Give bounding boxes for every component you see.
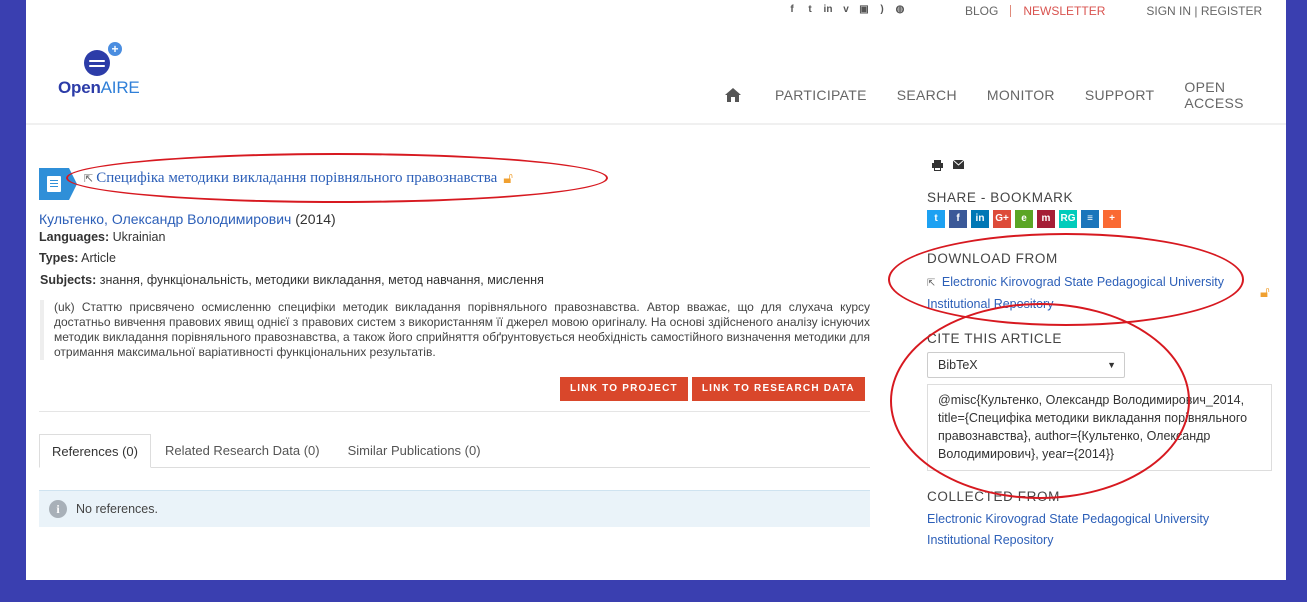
author-link[interactable]: Культенко, Олександр Володимирович — [39, 211, 291, 227]
sign-in-register-link[interactable]: SIGN IN | REGISTER — [1146, 4, 1262, 18]
tab-related-research-data[interactable]: Related Research Data (0) — [151, 434, 334, 468]
link-buttons: LINK TO PROJECT LINK TO RESEARCH DATA — [560, 377, 865, 401]
tab-references[interactable]: References (0) — [39, 434, 151, 468]
vimeo-icon[interactable]: v — [840, 4, 852, 16]
github-icon[interactable]: ◍ — [894, 4, 906, 16]
info-icon: i — [49, 500, 67, 518]
languages-label: Languages: — [39, 230, 110, 244]
nav-open-access[interactable]: OPEN ACCESS — [1184, 79, 1286, 111]
home-icon[interactable] — [724, 87, 742, 103]
no-references-text: No references. — [76, 502, 158, 516]
share-bookmark-heading: SHARE - BOOKMARK — [927, 190, 1074, 205]
print-email-tools — [932, 159, 965, 174]
types-row: Types: Article — [39, 251, 116, 265]
header-divider — [26, 123, 1286, 125]
researchgate-icon[interactable]: RG — [1059, 210, 1077, 228]
facebook-icon[interactable]: f — [786, 4, 798, 16]
logo-plus-icon: + — [108, 42, 122, 56]
top-links: BLOG NEWSLETTER SIGN IN | REGISTER — [965, 4, 1262, 18]
social-links: f t in v ▣ ) ◍ — [786, 4, 906, 16]
author-line: Культенко, Олександр Володимирович (2014… — [39, 211, 336, 227]
open-access-lock-icon: 🔓︎ — [1260, 283, 1270, 301]
tab-bar: References (0) Related Research Data (0)… — [39, 434, 870, 468]
evernote-icon[interactable]: e — [1015, 210, 1033, 228]
types-label: Types: — [39, 251, 79, 265]
linkedin-icon[interactable]: in — [822, 4, 834, 16]
slideshare-icon[interactable]: ▣ — [858, 4, 870, 16]
link-to-research-data-button[interactable]: LINK TO RESEARCH DATA — [691, 377, 865, 401]
print-icon[interactable] — [932, 160, 943, 174]
top-links-divider — [1010, 5, 1012, 17]
googleplus-icon[interactable]: G+ — [993, 210, 1011, 228]
share-icons: t f in G+ e m RG ≡ + — [927, 210, 1121, 228]
nav-support[interactable]: SUPPORT — [1085, 87, 1155, 103]
subjects-row: Subjects: знання, функціональність, мето… — [40, 273, 544, 287]
linkedin-icon[interactable]: in — [971, 210, 989, 228]
abstract: (uk) Статтю присвячено осмисленню специф… — [40, 300, 870, 360]
content-divider — [39, 411, 870, 412]
mendeley-icon[interactable]: m — [1037, 210, 1055, 228]
logo-text-open: Open — [58, 78, 101, 97]
logo-wave — [89, 65, 105, 67]
link-to-project-button[interactable]: LINK TO PROJECT — [560, 377, 688, 401]
collected-source-line1[interactable]: Electronic Kirovograd State Pedagogical … — [927, 512, 1209, 526]
main-nav: PARTICIPATE SEARCH MONITOR SUPPORT OPEN … — [724, 79, 1286, 111]
nav-participate[interactable]: PARTICIPATE — [775, 87, 867, 103]
openaire-logo[interactable]: + OpenAIRE — [56, 40, 146, 100]
types-value: Article — [81, 251, 116, 265]
logo-text-aire: AIRE — [100, 78, 140, 97]
languages-row: Languages: Ukrainian — [39, 230, 165, 244]
rss-icon[interactable]: ) — [876, 4, 888, 16]
collected-source-link[interactable]: Electronic Kirovograd State Pedagogical … — [927, 509, 1209, 551]
bottom-frame — [0, 580, 1307, 602]
page: f t in v ▣ ) ◍ BLOG NEWSLETTER SIGN IN |… — [26, 0, 1286, 580]
collected-source-line2[interactable]: Institutional Repository — [927, 533, 1053, 547]
no-references-alert: i No references. — [39, 490, 870, 527]
logo-text: OpenAIRE — [58, 78, 140, 98]
newsletter-link[interactable]: NEWSLETTER — [1023, 4, 1105, 18]
subjects-value: знання, функціональність, методики викла… — [99, 273, 544, 287]
nav-monitor[interactable]: MONITOR — [987, 87, 1055, 103]
subjects-label: Subjects: — [40, 273, 97, 287]
blog-link[interactable]: BLOG — [965, 4, 998, 18]
tab-similar-publications[interactable]: Similar Publications (0) — [334, 434, 495, 468]
more-icon[interactable]: + — [1103, 210, 1121, 228]
languages-value: Ukrainian — [112, 230, 166, 244]
logo-wave — [89, 60, 105, 62]
facebook-icon[interactable]: f — [949, 210, 967, 228]
nav-search[interactable]: SEARCH — [897, 87, 957, 103]
twitter-icon[interactable]: t — [804, 4, 816, 16]
logo-circle — [84, 50, 110, 76]
publication-year: (2014) — [295, 211, 336, 227]
citeulike-icon[interactable]: ≡ — [1081, 210, 1099, 228]
email-icon[interactable] — [952, 159, 965, 174]
twitter-icon[interactable]: t — [927, 210, 945, 228]
document-icon — [39, 168, 77, 200]
annotation-ellipse-citation — [890, 303, 1190, 499]
annotation-ellipse-title — [66, 153, 608, 203]
